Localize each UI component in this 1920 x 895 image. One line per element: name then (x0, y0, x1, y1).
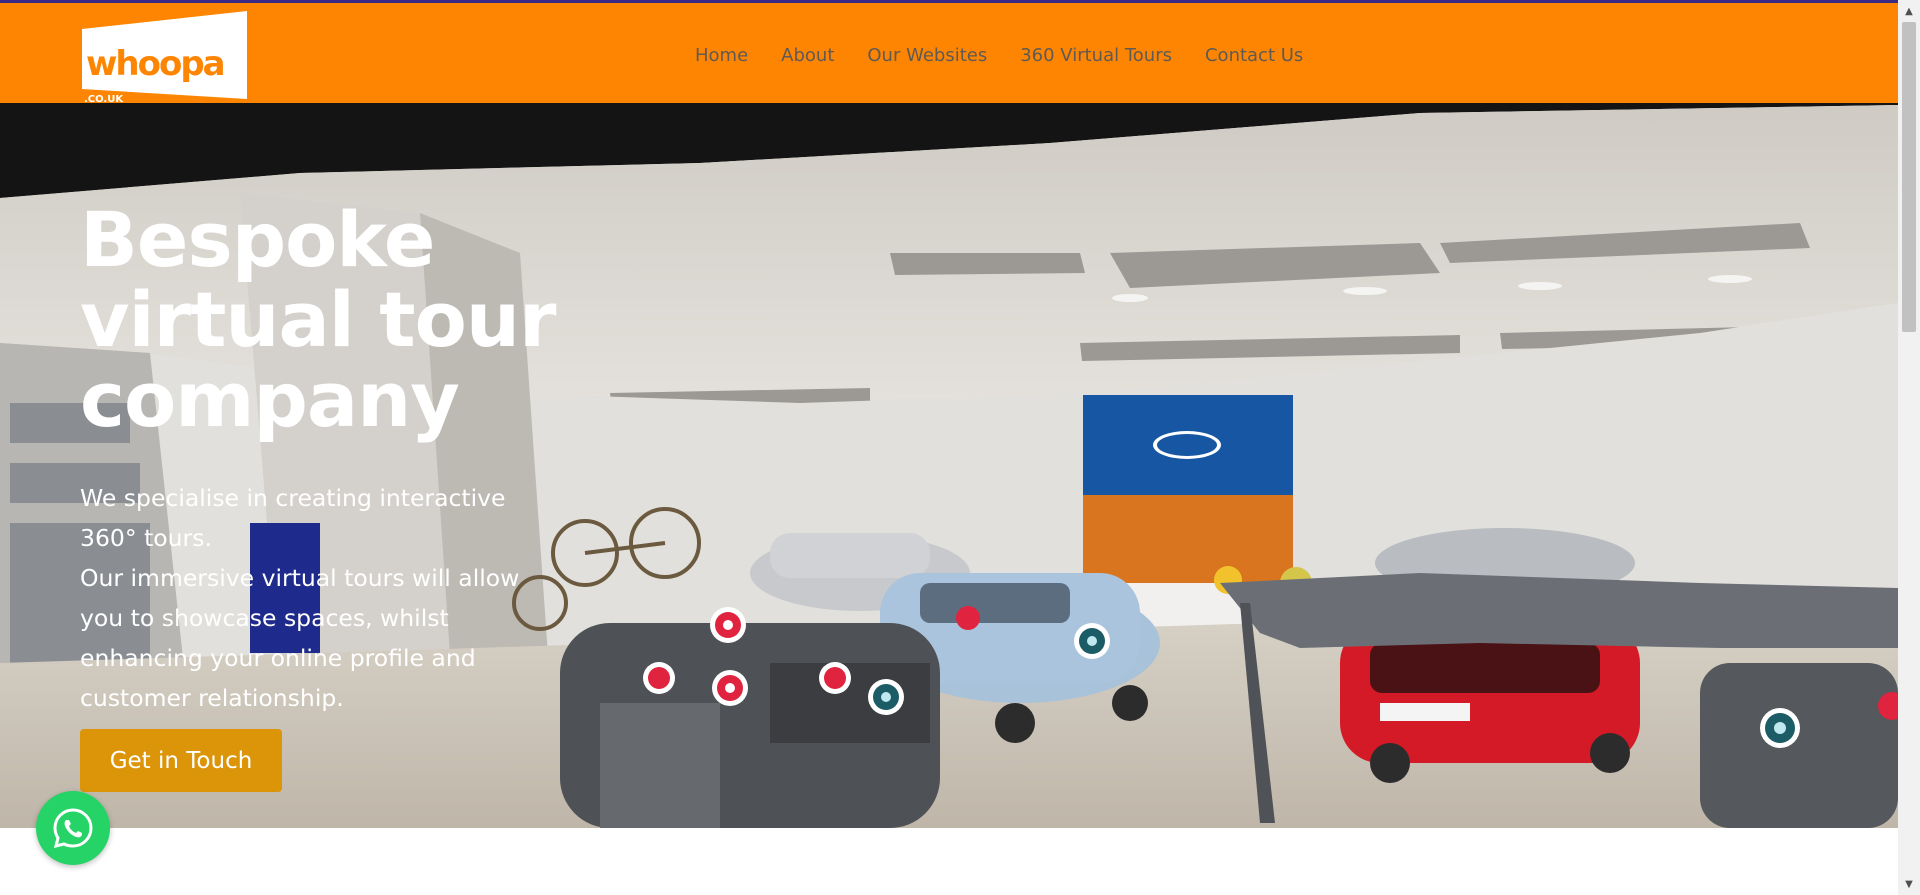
nav-our-websites[interactable]: Our Websites (867, 38, 987, 74)
main-nav: Home About Our Websites 360 Virtual Tour… (695, 38, 1336, 74)
nav-about[interactable]: About (781, 38, 834, 74)
scroll-down-arrow-icon[interactable]: ▼ (1898, 873, 1920, 895)
nav-360-virtual-tours[interactable]: 360 Virtual Tours (1020, 38, 1172, 74)
hero-title: Bespoke virtual tour company (80, 195, 556, 444)
hero-paragraph-2: Our immersive virtual tours will allow y… (80, 564, 520, 712)
whatsapp-button[interactable] (36, 791, 110, 865)
whatsapp-icon (53, 808, 93, 849)
hero-paragraph-1: We specialise in creating interactive 36… (80, 484, 506, 552)
whoopa-logo-icon: whoopa .CO.UK (82, 11, 247, 104)
get-in-touch-button[interactable]: Get in Touch (80, 729, 282, 792)
scroll-thumb[interactable] (1902, 22, 1916, 332)
nav-contact-us[interactable]: Contact Us (1205, 38, 1303, 74)
site-header: whoopa .CO.UK Home About Our Websites 36… (0, 3, 1898, 104)
vertical-scrollbar[interactable]: ▲ ▼ (1898, 0, 1920, 895)
hero-section: Bespoke virtual tour company We speciali… (0, 103, 1898, 828)
nav-home[interactable]: Home (695, 38, 748, 74)
hero-description: We specialise in creating interactive 36… (80, 478, 550, 718)
site-logo[interactable]: whoopa .CO.UK (80, 9, 247, 104)
svg-text:whoopa: whoopa (86, 44, 224, 84)
scroll-up-arrow-icon[interactable]: ▲ (1898, 0, 1920, 22)
